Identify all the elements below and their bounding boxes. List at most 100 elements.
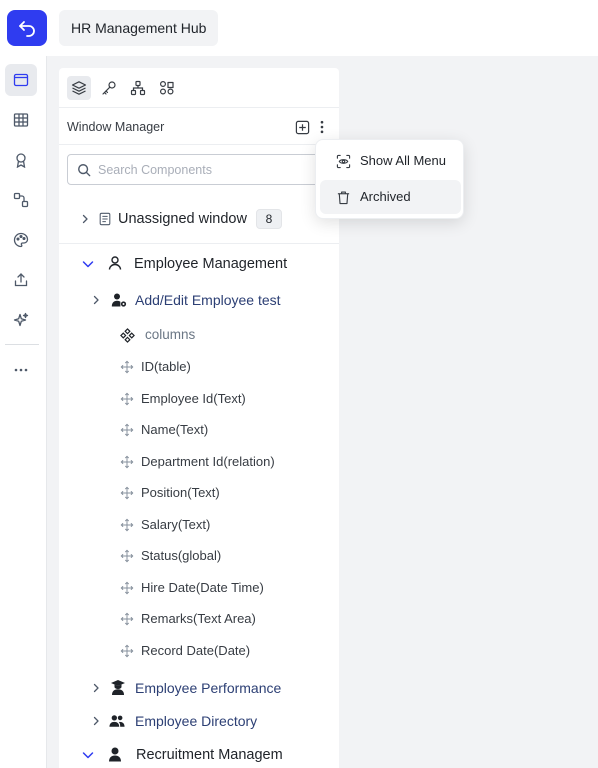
field-item[interactable]: Remarks(Text Area) — [59, 608, 339, 628]
tree-item-employee-performance[interactable]: Employee Performance — [59, 677, 339, 699]
chevron-right-icon — [82, 214, 88, 224]
add-window-button[interactable] — [293, 118, 311, 136]
panel-toolbar — [59, 68, 339, 108]
drag-move-icon — [120, 360, 134, 374]
nav-badge-button[interactable] — [5, 144, 37, 176]
users-icon — [109, 715, 125, 727]
tree-item-add-edit-employee[interactable]: Add/Edit Employee test — [59, 289, 339, 311]
tree-item-label: Employee Management — [134, 256, 288, 272]
field-label: Name(Text) — [141, 422, 209, 437]
chevron-down-icon — [82, 261, 94, 268]
key-icon — [102, 81, 116, 95]
field-item[interactable]: Record Date(Date) — [59, 640, 339, 660]
tree-item-recruitment[interactable]: Recruitment Managem — [59, 744, 339, 766]
more-icon — [14, 368, 28, 372]
field-label: Department Id(relation) — [141, 453, 275, 469]
top-bar: HR Management Hub — [0, 0, 598, 56]
field-item[interactable]: Position(Text) — [59, 482, 339, 502]
layers-icon — [71, 81, 87, 95]
field-item[interactable]: Name(Text) — [59, 419, 339, 439]
drag-move-icon — [120, 581, 134, 594]
drag-move-icon — [120, 612, 134, 626]
trash-icon — [337, 191, 349, 204]
user-icon — [109, 747, 121, 762]
table-icon — [13, 113, 29, 127]
undo-arrow-icon — [19, 21, 35, 37]
hierarchy-tab[interactable] — [126, 76, 150, 100]
tree-divider — [59, 243, 339, 244]
hierarchy-icon — [130, 80, 146, 96]
components-icon — [159, 80, 174, 95]
layers-tab[interactable] — [67, 76, 91, 100]
components-tab[interactable] — [155, 76, 179, 100]
field-item[interactable]: Employee Id(Text) — [59, 388, 339, 408]
tree-item-employee-directory[interactable]: Employee Directory — [59, 710, 339, 732]
badge-icon — [16, 153, 26, 168]
field-item[interactable]: Salary(Text) — [59, 514, 339, 534]
menu-item-archived[interactable]: Archived — [320, 180, 461, 214]
more-vertical-icon — [320, 120, 324, 134]
tree-item-label: Add/Edit Employee test — [135, 292, 281, 308]
nav-window-button[interactable] — [5, 64, 37, 96]
menu-item-label: Show All Menu — [360, 153, 446, 168]
palette-icon — [13, 232, 29, 248]
window-count-badge: 8 — [256, 209, 282, 229]
field-label: Position(Text) — [141, 485, 220, 500]
tree-item-label: Unassigned window — [118, 211, 247, 227]
user-gear-icon — [111, 293, 127, 307]
graduation-user-icon — [111, 679, 125, 695]
field-item[interactable]: Hire Date(Date Time) — [59, 577, 339, 597]
eye-scan-icon — [336, 154, 350, 168]
nav-theme-button[interactable] — [5, 224, 37, 256]
window-manager-panel: Window Manager Unassigned window 8 Emplo… — [59, 68, 339, 768]
field-item[interactable]: Status(global) — [59, 545, 339, 565]
tree-item-label: Employee Performance — [135, 680, 282, 696]
window-icon — [13, 73, 29, 87]
field-item[interactable]: ID(table) — [59, 356, 339, 376]
user-icon — [108, 256, 122, 270]
key-tab[interactable] — [97, 76, 121, 100]
window-manager-header: Window Manager — [59, 109, 339, 145]
tree-item-unassigned[interactable]: Unassigned window 8 — [59, 208, 339, 230]
panel-more-button[interactable] — [313, 118, 331, 136]
add-square-icon — [295, 120, 309, 134]
menu-item-show-all[interactable]: Show All Menu — [320, 144, 461, 178]
search-icon — [78, 164, 91, 177]
nav-ai-button[interactable] — [5, 304, 37, 336]
back-button[interactable] — [7, 10, 47, 46]
context-menu: Show All Menu Archived — [315, 139, 464, 219]
component-icon — [119, 327, 135, 343]
chevron-right-icon — [93, 683, 99, 693]
menu-item-label: Archived — [360, 189, 411, 204]
field-label: Hire Date(Date Time) — [141, 579, 264, 595]
document-list-icon — [99, 212, 111, 226]
nav-table-button[interactable] — [5, 104, 37, 136]
field-label: ID(table) — [141, 359, 191, 374]
export-icon — [14, 273, 28, 287]
chevron-right-icon — [93, 295, 99, 305]
workflow-icon — [13, 192, 29, 208]
left-icon-bar — [0, 56, 47, 768]
tree-item-columns[interactable]: columns — [59, 325, 339, 345]
drag-move-icon — [120, 518, 134, 531]
tree-item-label: Recruitment Managem — [136, 747, 283, 763]
drag-move-icon — [120, 455, 134, 468]
search-input[interactable] — [98, 160, 318, 180]
drag-move-icon — [120, 486, 134, 500]
chevron-right-icon — [93, 716, 99, 726]
tree-item-label: Employee Directory — [135, 713, 258, 729]
drag-move-icon — [120, 549, 134, 563]
field-label: Remarks(Text Area) — [141, 611, 256, 626]
search-box — [67, 154, 329, 185]
field-item[interactable]: Department Id(relation) — [59, 451, 339, 471]
ai-sparkle-icon — [13, 312, 29, 327]
nav-more-button[interactable] — [5, 354, 37, 386]
nav-export-button[interactable] — [5, 264, 37, 296]
field-label: Employee Id(Text) — [141, 390, 246, 406]
nav-workflow-button[interactable] — [5, 184, 37, 216]
tree-item-label: columns — [145, 327, 196, 342]
sidebar-divider — [5, 344, 39, 345]
drag-move-icon — [120, 423, 134, 437]
drag-move-icon — [120, 644, 134, 657]
tree-item-employee-management[interactable]: Employee Management — [59, 253, 339, 275]
